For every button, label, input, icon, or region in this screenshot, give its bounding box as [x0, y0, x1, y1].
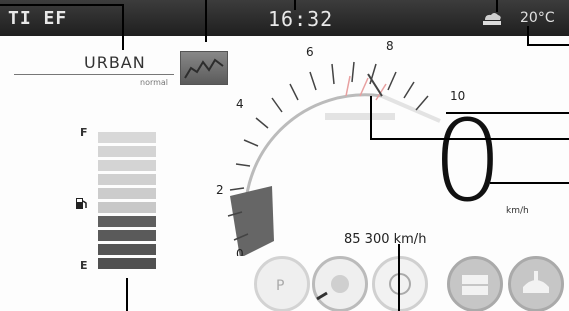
drive-mode-divider	[14, 74, 174, 75]
tachometer: 0 2 4 6 8 10	[216, 39, 465, 256]
fuel-segment	[98, 258, 156, 269]
callout-line	[205, 0, 207, 42]
fuel-empty-label: E	[80, 259, 88, 272]
brake-icon[interactable]	[372, 256, 428, 311]
callout-line	[126, 278, 128, 311]
speed-unit: km/h	[506, 206, 529, 216]
callout-line	[527, 26, 529, 46]
fuel-segment	[98, 146, 156, 157]
tacho-label: 0	[236, 247, 244, 256]
drive-mode-sublabel: normal	[140, 78, 169, 87]
callout-line	[527, 44, 569, 46]
outside-temperature: 20°C	[520, 10, 555, 26]
fuel-pump-icon	[76, 198, 87, 209]
fuel-full-label: F	[80, 126, 88, 139]
brand-logo: TI EF	[8, 8, 68, 29]
eco-icon[interactable]	[312, 256, 368, 311]
parking-icon[interactable]: P	[254, 256, 310, 311]
callout-line	[370, 138, 569, 140]
callout-line	[446, 112, 569, 114]
fuel-segment	[98, 188, 156, 199]
callout-line	[122, 4, 124, 50]
tacho-label: 8	[386, 39, 394, 53]
svg-text:P: P	[276, 278, 284, 294]
tacho-label: 4	[236, 97, 244, 111]
fuel-segment	[98, 244, 156, 255]
eco-indicator-bar	[325, 113, 395, 120]
callout-line	[370, 96, 372, 140]
fuel-segment	[98, 174, 156, 185]
fuel-segment	[98, 216, 156, 227]
tacho-label: 2	[216, 183, 224, 197]
callout-line	[294, 0, 296, 10]
cruise-speed-text: 85 300 km/h	[344, 232, 427, 247]
callout-line	[398, 244, 400, 311]
callout-line	[496, 0, 498, 12]
callout-line	[0, 4, 124, 6]
fuel-segment	[98, 132, 156, 143]
clock: 16:32	[268, 7, 334, 31]
cloud-icon	[483, 13, 501, 25]
hold-icon[interactable]	[447, 256, 503, 311]
drive-mode-label[interactable]: URBAN	[84, 53, 146, 72]
tacho-label: 6	[306, 45, 314, 59]
fuel-segment	[98, 160, 156, 171]
speed-value: 0	[432, 97, 504, 227]
callout-line	[490, 182, 569, 184]
fuel-segment	[98, 202, 156, 213]
tpms-icon[interactable]	[508, 256, 564, 311]
fuel-segment	[98, 230, 156, 241]
instrument-cluster: TI EF 16:32 20°C URBAN normal F E 0 2 4 …	[0, 0, 569, 311]
